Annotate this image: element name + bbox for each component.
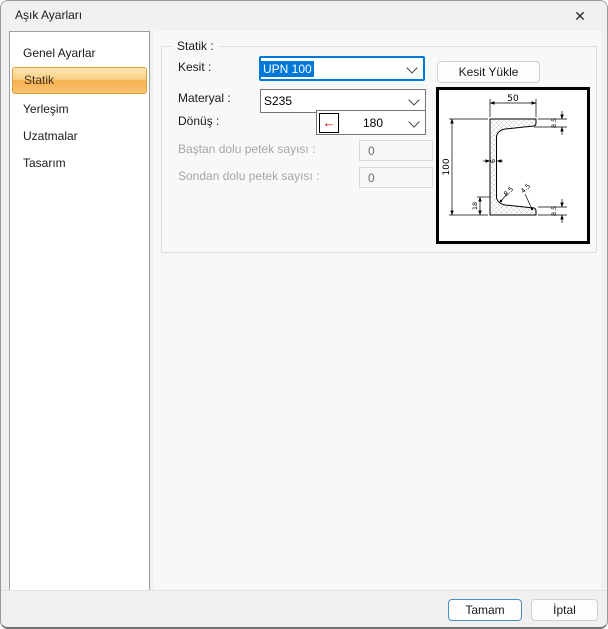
dim-flange-thickness-top: 8.5 [550, 118, 558, 128]
section-drawing: 50 100 8.5 [439, 90, 587, 241]
bastan-petek-label: Baştan dolu petek sayısı : [178, 142, 315, 156]
kesit-label: Kesit : [178, 60, 211, 74]
kesit-yukle-label: Kesit Yükle [459, 65, 519, 79]
materyal-value: S235 [261, 94, 292, 108]
title-bar: Aşık Ayarları ✕ [1, 1, 607, 31]
sondan-petek-label: Sondan dolu petek sayısı : [178, 169, 319, 183]
sidebar-item-genel-ayarlar[interactable]: Genel Ayarlar [10, 40, 149, 67]
dim-web-thickness: 6 [489, 159, 497, 163]
sidebar-item-yerlesim[interactable]: Yerleşim [10, 96, 149, 123]
dim-height: 100 [442, 158, 452, 175]
section-preview-panel: 50 100 8.5 [436, 87, 590, 244]
close-icon: ✕ [574, 8, 586, 25]
sidebar-item-uzatmalar[interactable]: Uzatmalar [10, 123, 149, 150]
sidebar: Genel Ayarlar Statik Yerleşim Uzatmalar … [9, 31, 150, 591]
ok-button-label: Tamam [465, 603, 504, 617]
sondan-petek-field: 0 [359, 167, 433, 188]
footer-bar: Tamam İptal [1, 590, 607, 627]
kesit-value: UPN 100 [261, 61, 314, 77]
donus-combobox[interactable]: ← 180 [316, 110, 426, 135]
statik-group-title: Statik : [172, 39, 219, 53]
donus-label: Dönüş : [178, 114, 219, 128]
chevron-down-icon[interactable] [406, 62, 417, 73]
sidebar-item-statik[interactable]: Statik [12, 67, 147, 94]
dim-toe-radius: 4.5 [519, 182, 532, 195]
dialog-body: Genel Ayarlar Statik Yerleşim Uzatmalar … [1, 31, 607, 593]
statik-groupbox: Statik : Kesit : UPN 100 Kesit Yükle Mat… [161, 46, 597, 253]
sidebar-item-tasarim[interactable]: Tasarım [10, 150, 149, 177]
dialog-title: Aşık Ayarları [15, 8, 82, 22]
dim-flange-thickness-bottom: 8.5 [550, 206, 558, 216]
main-content: Statik : Kesit : UPN 100 Kesit Yükle Mat… [153, 31, 601, 593]
dialog-asik-ayarlari: Aşık Ayarları ✕ Genel Ayarlar Statik Yer… [0, 0, 608, 629]
close-button[interactable]: ✕ [559, 1, 601, 31]
sondan-petek-value: 0 [368, 171, 375, 185]
cancel-button[interactable]: İptal [531, 599, 598, 621]
bastan-petek-field: 0 [359, 140, 433, 161]
kesit-combobox[interactable]: UPN 100 [259, 56, 425, 81]
materyal-label: Materyal : [178, 91, 231, 105]
kesit-yukle-button[interactable]: Kesit Yükle [437, 61, 540, 83]
bastan-petek-value: 0 [368, 144, 375, 158]
dim-root-radius: 8.5 [502, 185, 515, 198]
dim-flange-edge: 18 [471, 202, 479, 210]
cancel-button-label: İptal [553, 603, 576, 617]
upn-section-shape [490, 119, 536, 215]
dim-flange-width: 50 [507, 94, 519, 104]
chevron-down-icon[interactable] [408, 94, 419, 105]
ok-button[interactable]: Tamam [448, 599, 522, 621]
rotation-arrow-icon: ← [319, 113, 339, 133]
